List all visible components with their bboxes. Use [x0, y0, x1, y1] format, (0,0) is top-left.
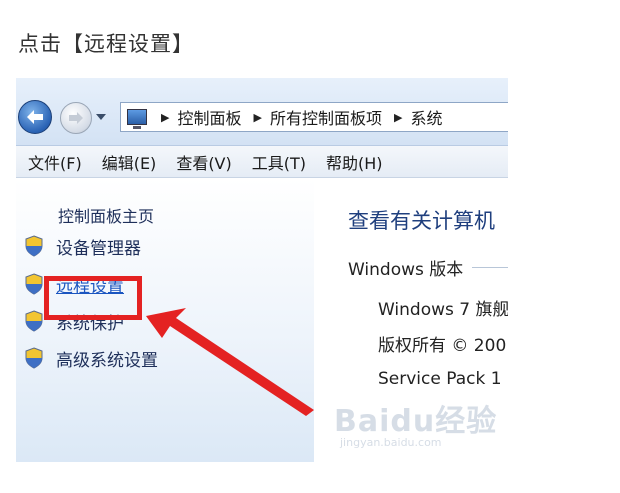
- windows-edition-heading: Windows 版本: [348, 260, 464, 280]
- history-dropdown-icon[interactable]: [96, 114, 106, 120]
- uac-shield-icon: [25, 235, 43, 257]
- address-bar: ▶ 控制面板 ▶ 所有控制面板项 ▶ 系统: [16, 78, 508, 146]
- uac-shield-icon: [25, 310, 43, 332]
- task-label: 设备管理器: [56, 238, 141, 259]
- baidu-watermark: Baidu经验 jingyan.baidu.com: [334, 396, 497, 449]
- page-title: 查看有关计算机: [348, 209, 495, 233]
- breadcrumb-system[interactable]: 系统: [410, 105, 442, 129]
- menu-bar: 文件(F) 编辑(E) 查看(V) 工具(T) 帮助(H): [16, 146, 508, 178]
- copyright-value: 版权所有 © 200: [378, 336, 507, 356]
- menu-help[interactable]: 帮助(H): [326, 150, 383, 174]
- uac-shield-icon: [25, 273, 43, 295]
- chevron-right-icon[interactable]: ▶: [253, 111, 261, 124]
- chevron-right-icon[interactable]: ▶: [394, 111, 402, 124]
- breadcrumb-control-panel[interactable]: 控制面板: [177, 105, 241, 129]
- watermark-main: Baidu经验: [334, 404, 498, 439]
- task-advanced-system-settings[interactable]: 高级系统设置: [24, 345, 158, 371]
- breadcrumb-all-items[interactable]: 所有控制面板项: [270, 105, 382, 129]
- menu-edit[interactable]: 编辑(E): [102, 150, 157, 174]
- pointer-arrow-icon: [146, 308, 314, 416]
- control-panel-home-link[interactable]: 控制面板主页: [58, 203, 154, 227]
- chevron-right-icon[interactable]: ▶: [161, 111, 169, 124]
- windows-screenshot: ▶ 控制面板 ▶ 所有控制面板项 ▶ 系统 文件(F) 编辑(E) 查看(V) …: [16, 78, 508, 462]
- task-label: 高级系统设置: [56, 350, 158, 371]
- instruction-text: 点击【远程设置】: [18, 32, 194, 56]
- forward-button[interactable]: [60, 102, 92, 134]
- menu-file[interactable]: 文件(F): [28, 150, 82, 174]
- edition-value: Windows 7 旗舰: [378, 300, 508, 320]
- uac-shield-icon: [25, 347, 43, 369]
- menu-tools[interactable]: 工具(T): [252, 150, 306, 174]
- highlight-box: [44, 276, 142, 320]
- address-field[interactable]: ▶ 控制面板 ▶ 所有控制面板项 ▶ 系统: [120, 102, 508, 132]
- menu-view[interactable]: 查看(V): [176, 150, 231, 174]
- computer-icon: [127, 109, 147, 129]
- back-arrow-icon: [27, 110, 43, 124]
- forward-arrow-icon: [69, 112, 83, 124]
- back-button[interactable]: [18, 100, 52, 134]
- section-divider: [472, 267, 508, 268]
- service-pack-value: Service Pack 1: [378, 369, 502, 389]
- task-device-manager[interactable]: 设备管理器: [24, 233, 141, 259]
